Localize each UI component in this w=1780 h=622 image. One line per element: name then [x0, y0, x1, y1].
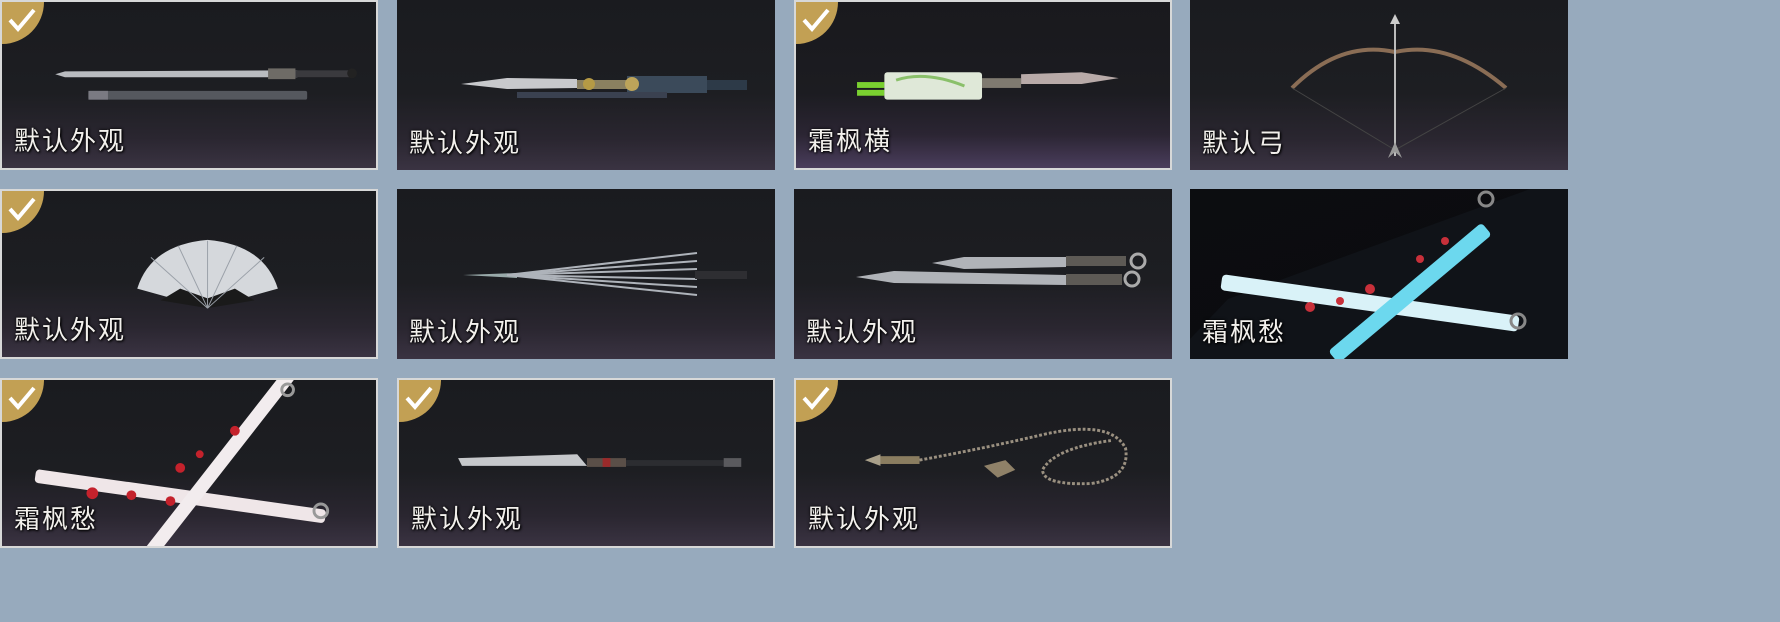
skin-card-11[interactable]: 默认外观	[794, 378, 1172, 548]
skin-name: 默认外观	[409, 318, 522, 348]
skin-name: 霜枫愁	[1202, 318, 1287, 348]
skin-card-8[interactable]: 霜枫愁	[1190, 189, 1568, 359]
skin-name: 霜枫愁	[14, 505, 99, 535]
owned-checkmark-icon	[796, 2, 838, 44]
skin-card-6[interactable]: 默认外观	[397, 189, 775, 359]
skin-card-5[interactable]: 默认外观	[0, 189, 378, 359]
skin-card-3[interactable]: 霜枫横	[794, 0, 1172, 170]
skin-name: 默认外观	[409, 129, 522, 159]
skin-name: 默认外观	[14, 127, 127, 157]
owned-checkmark-icon	[796, 380, 838, 422]
skin-name: 霜枫横	[808, 127, 893, 157]
skin-card-4[interactable]: 默认弓	[1190, 0, 1568, 170]
owned-checkmark-icon	[2, 380, 44, 422]
skin-card-9[interactable]: 霜枫愁	[0, 378, 378, 548]
skin-card-2[interactable]: 默认外观	[397, 0, 775, 170]
skin-card-10[interactable]: 默认外观	[397, 378, 775, 548]
skin-card-7[interactable]: 默认外观	[794, 189, 1172, 359]
owned-checkmark-icon	[399, 380, 441, 422]
skin-name: 默认外观	[14, 316, 127, 346]
skin-name: 默认外观	[411, 505, 524, 535]
owned-checkmark-icon	[2, 2, 44, 44]
owned-checkmark-icon	[2, 191, 44, 233]
skin-card-1[interactable]: 默认外观	[0, 0, 378, 170]
skin-name: 默认外观	[806, 318, 919, 348]
skin-name: 默认外观	[808, 505, 921, 535]
skin-name: 默认弓	[1202, 129, 1287, 159]
